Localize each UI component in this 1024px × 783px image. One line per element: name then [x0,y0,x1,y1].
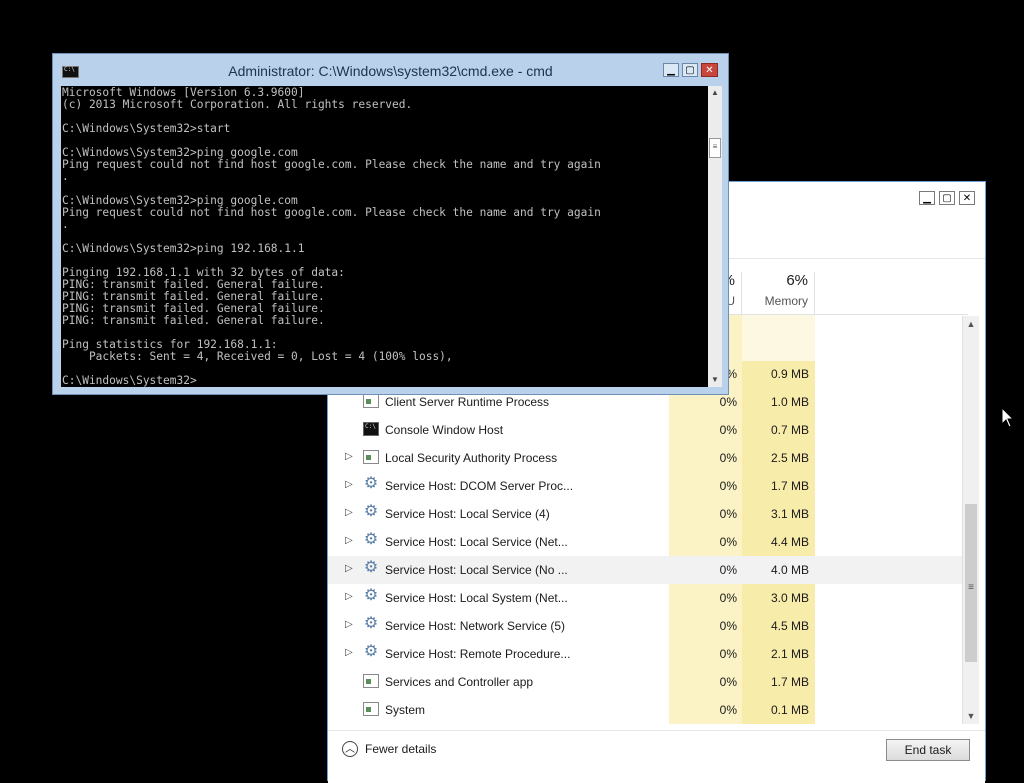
process-memory: 2.1 MB [770,647,809,661]
window-controls: ▁ ▢ ✕ [663,63,718,77]
process-row[interactable]: ▷ ⚙ Service Host: DCOM Server Proc... 0% 1.7… [328,472,968,500]
task-manager-footer: ︿ Fewer details End task [328,730,985,783]
process-cpu: 0% [719,535,737,549]
process-row[interactable]: Services and Controller app 0% 1.7 MB [328,668,968,696]
close-button[interactable]: ✕ [701,63,718,77]
process-memory: 1.0 MB [770,395,809,409]
process-name: Service Host: Local Service (No ... [385,563,568,577]
process-cpu: 0% [719,619,737,633]
maximize-button[interactable]: ▢ [939,191,955,205]
process-name: Service Host: Local System (Net... [385,591,568,605]
process-row[interactable]: ▷ Local Security Authority Process 0% 2.5 M… [328,444,968,472]
process-cpu: 0% [719,451,737,465]
process-cpu: 0% [719,479,737,493]
chevron-up-icon: ︿ [342,741,358,757]
expand-chevron-icon[interactable]: ▷ [345,479,353,490]
expand-chevron-icon[interactable]: ▷ [345,451,353,462]
memory-total-percent: 6% [786,272,808,289]
process-name: Service Host: Local Service (Net... [385,535,568,549]
minimize-button[interactable]: ▁ [919,191,935,205]
process-row[interactable]: ▷ ⚙ Service Host: Network Service (5) 0% 4.5… [328,612,968,640]
process-cpu: 0% [719,507,737,521]
end-task-button[interactable]: End task [886,739,970,761]
scroll-up-icon[interactable]: ▲ [708,86,722,100]
process-memory: 1.7 MB [770,675,809,689]
window-icon [363,674,379,688]
process-memory: 0.1 MB [770,703,809,717]
scrollbar-thumb[interactable]: ≡ [709,138,721,158]
console-icon [363,422,379,436]
console-text: Microsoft Windows [Version 6.3.9600] (c)… [62,86,601,387]
scroll-down-icon[interactable]: ▼ [963,708,979,724]
gear-icon: ⚙ [363,559,379,576]
process-name: Service Host: Local Service (4) [385,507,550,521]
expand-chevron-icon[interactable]: ▷ [345,647,353,658]
close-button[interactable]: ✕ [959,191,975,205]
memory-column-label: Memory [764,294,808,308]
gear-icon: ⚙ [363,503,379,520]
process-cpu: 0% [719,395,737,409]
expand-chevron-icon[interactable]: ▷ [345,619,353,630]
process-memory: 1.7 MB [770,479,809,493]
process-row[interactable]: ▷ ⚙ Service Host: Local Service (No ... 0% 4… [328,556,968,584]
expand-chevron-icon[interactable]: ▷ [345,507,353,518]
process-row[interactable]: ▷ ⚙ Service Host: Local System (Net... 0% 3.… [328,584,968,612]
process-memory: 4.5 MB [770,619,809,633]
process-name: Services and Controller app [385,675,534,689]
process-row[interactable]: System 0% 0.1 MB [328,696,968,724]
memory-column-header[interactable]: 6% Memory [742,272,815,314]
process-memory: 4.0 MB [770,563,809,577]
process-name: Local Security Authority Process [385,451,558,465]
process-name: Service Host: DCOM Server Proc... [385,479,574,493]
fewer-details-label: Fewer details [365,742,437,756]
fewer-details-button[interactable]: ︿ Fewer details [342,741,436,757]
process-name: Service Host: Network Service (5) [385,619,566,633]
process-cpu: 0% [719,563,737,577]
gear-icon: ⚙ [363,531,379,548]
process-row[interactable]: ▷ ⚙ Service Host: Local Service (4) 0% 3.1 M… [328,500,968,528]
console-output[interactable]: Microsoft Windows [Version 6.3.9600] (c)… [61,86,708,387]
process-memory: 4.4 MB [770,535,809,549]
expand-chevron-icon[interactable]: ▷ [345,535,353,546]
process-cpu: 0% [719,591,737,605]
window-icon [363,394,379,408]
process-name: System [385,703,426,717]
expand-chevron-icon[interactable]: ▷ [345,563,353,574]
gear-icon: ⚙ [363,615,379,632]
process-row[interactable]: Console Window Host 0% 0.7 MB [328,416,968,444]
process-list-scrollbar[interactable]: ▲ ≡ ▼ [962,316,979,724]
process-cpu: 0% [719,647,737,661]
group-header-shading [742,315,815,361]
window-title: Administrator: C:\Windows\system32\cmd.e… [228,63,553,79]
expand-chevron-icon[interactable]: ▷ [345,591,353,602]
scroll-up-icon[interactable]: ▲ [963,316,979,332]
process-memory: 0.9 MB [770,367,809,381]
process-name: Service Host: Remote Procedure... [385,647,571,661]
gear-icon: ⚙ [363,587,379,604]
process-cpu: 0% [719,423,737,437]
process-name: Client Server Runtime Process [385,395,550,409]
minimize-button[interactable]: ▁ [663,63,679,77]
gear-icon: ⚙ [363,643,379,660]
scroll-down-icon[interactable]: ▼ [708,373,722,387]
process-cpu: 0% [719,675,737,689]
process-memory: 2.5 MB [770,451,809,465]
process-memory: 3.1 MB [770,507,809,521]
gear-icon: ⚙ [363,475,379,492]
process-memory: 3.0 MB [770,591,809,605]
process-list: % 0.9 MB Client Server Runtime Process 0% 1.… [328,360,968,724]
process-row[interactable]: ▷ ⚙ Service Host: Remote Procedure... 0% 2.1… [328,640,968,668]
cmd-window: Administrator: C:\Windows\system32\cmd.e… [52,53,729,395]
maximize-button[interactable]: ▢ [682,63,698,77]
window-icon [363,450,379,464]
scroll-grip-icon: ≡ [968,582,974,593]
window-icon [363,702,379,716]
process-memory: 0.7 MB [770,423,809,437]
mouse-cursor-icon [1001,407,1015,428]
process-name: Console Window Host [385,423,504,437]
process-cpu: 0% [719,703,737,717]
process-row[interactable]: ▷ ⚙ Service Host: Local Service (Net... 0% 4… [328,528,968,556]
console-scrollbar[interactable]: ▲ ≡ ▼ [708,86,722,387]
window-controls: ▁ ▢ ✕ [919,191,975,205]
